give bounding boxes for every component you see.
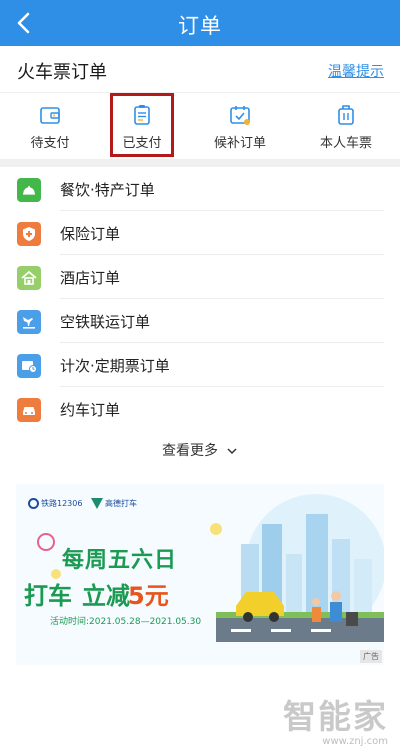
dining-cloche-icon [17,178,41,202]
tab-waitlist[interactable]: 候补订单 [190,93,290,159]
tips-link[interactable]: 温馨提示 [328,61,384,81]
city-skyline-illustration [37,494,384,642]
list-item-label: 约车订单 [60,401,121,419]
list-item-label: 保险订单 [60,225,121,243]
ad-tag: 广告 [360,650,382,663]
receipt-icon [134,105,150,125]
tab-label: 已支付 [122,136,162,151]
list-item-label: 计次·定期票订单 [60,357,170,375]
list-item-label: 酒店订单 [60,269,121,287]
ticket-clock-icon [17,354,41,378]
list-item-ride-hailing[interactable]: 约车订单 [0,387,400,431]
view-more-button[interactable]: 查看更多 [0,440,400,462]
section-title: 火车票订单 [17,62,107,83]
list-item-label: 空铁联运订单 [60,313,151,331]
ad-headline-2b: 立减 [82,582,130,610]
railway-logo-icon [28,498,39,509]
watermark: 智能家 www.znj.com [283,690,388,747]
list-item-dining[interactable]: 餐饮·特产订单 [0,167,400,211]
plane-train-icon [17,310,41,334]
tab-label: 候补订单 [213,136,266,151]
ad-logos: 铁路12306 高德打车 [28,498,137,509]
train-orders-header: 火车票订单 温馨提示 [0,46,400,93]
ad-logo-right: 高德打车 [105,499,137,508]
page-title: 订单 [178,14,222,38]
ad-headline-2c: 5元 [128,582,169,610]
list-item-insurance[interactable]: 保险订单 [0,211,400,255]
ad-headline-2a: 打车 [24,582,72,610]
order-status-tabs: 待支付 已支付 候补订单 本人车票 [0,93,400,159]
tab-pending-payment[interactable]: 待支付 [0,93,100,159]
list-item-multi-ride[interactable]: 计次·定期票订单 [0,343,400,387]
wallet-icon [40,107,60,124]
tab-label: 本人车票 [319,136,372,151]
ad-headline-1: 每周五六日 [62,548,178,573]
tab-my-tickets[interactable]: 本人车票 [296,93,396,159]
shield-icon [17,222,41,246]
list-item-label: 餐饮·特产订单 [60,181,155,199]
watermark-main: 智能家 [283,697,388,736]
car-icon [17,398,41,422]
ad-banner[interactable]: 铁路12306 高德打车 每周五六日 打车 立减 5元 活动时间:2021.05… [16,484,384,665]
hotel-icon [17,266,41,290]
ad-date: 活动时间:2021.05.28—2021.05.30 [50,617,202,627]
suitcase-icon [338,105,354,125]
chevron-down-icon [227,447,237,454]
amap-logo-icon [91,498,103,509]
calendar-check-icon [230,106,250,125]
list-item-air-rail[interactable]: 空铁联运订单 [0,299,400,343]
ad-logo-left: 铁路12306 [41,499,83,508]
view-more-label: 查看更多 [161,443,218,459]
section-divider [0,159,400,167]
top-bar: 订单 [0,0,400,46]
tab-label: 待支付 [30,136,70,151]
list-item-hotel[interactable]: 酒店订单 [0,255,400,299]
tab-paid[interactable]: 已支付 [110,93,174,157]
